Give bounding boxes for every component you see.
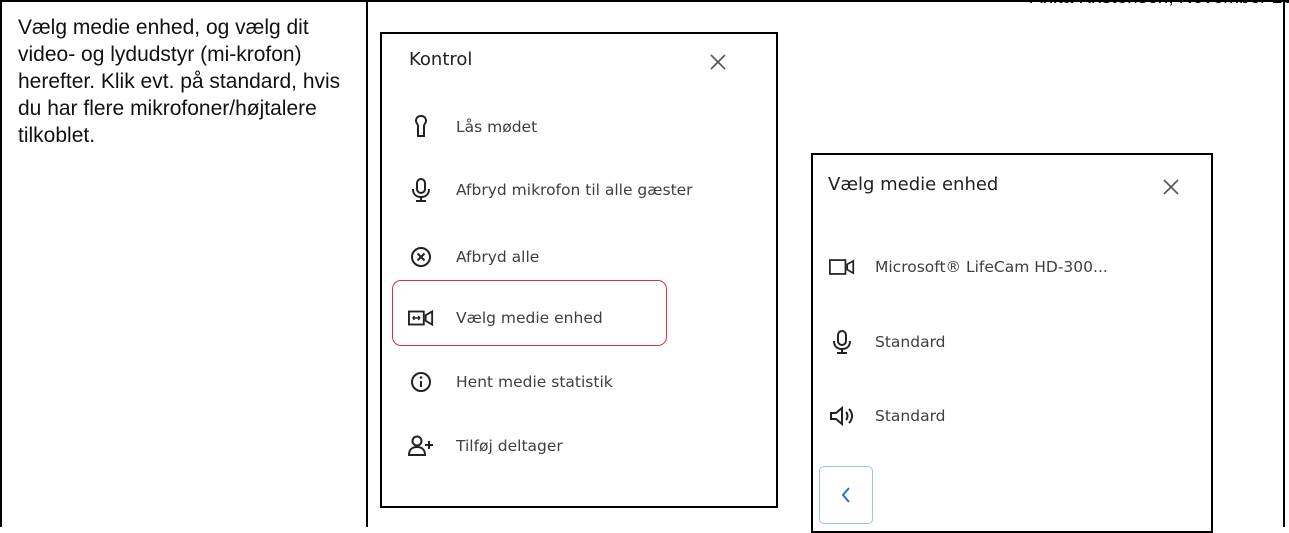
- menu-item-select-media-device[interactable]: Vælg medie enhed: [408, 298, 603, 338]
- table-left-border: [0, 0, 2, 527]
- close-icon[interactable]: [1161, 177, 1181, 197]
- table-right-border: [1283, 0, 1285, 527]
- menu-item-mute-all[interactable]: Afbryd mikrofon til alle gæster: [408, 170, 693, 210]
- camera-icon: [829, 254, 855, 280]
- microphone-icon: [408, 177, 434, 203]
- speaker-device-label: Standard: [875, 407, 946, 425]
- microphone-device-label: Standard: [875, 333, 946, 351]
- chevron-left-icon: [841, 487, 850, 503]
- camera-device-label: Microsoft® LifeCam HD-300...: [875, 258, 1108, 276]
- kontrol-panel-title: Kontrol: [409, 49, 473, 70]
- speaker-device-item[interactable]: Standard: [829, 396, 946, 436]
- header-cut-text: Anita Kristensen, November 2020: [1030, 0, 1289, 9]
- instruction-text: Vælg medie enhed, og vælg dit video- og …: [18, 16, 341, 147]
- table-column-divider: [366, 0, 368, 527]
- speaker-icon: [829, 403, 855, 429]
- menu-item-label: Afbryd mikrofon til alle gæster: [456, 181, 693, 199]
- menu-item-disconnect-all[interactable]: Afbryd alle: [408, 237, 539, 277]
- menu-item-lock[interactable]: Lås mødet: [408, 107, 537, 147]
- kontrol-panel: Kontrol Lås mødet Afbryd mikrofon til al…: [380, 32, 778, 508]
- media-panel-title: Vælg medie enhed: [828, 174, 999, 195]
- media-device-icon: [408, 305, 434, 331]
- lock-icon: [408, 114, 434, 140]
- menu-item-label: Vælg medie enhed: [456, 309, 603, 327]
- menu-item-label: Lås mødet: [456, 118, 538, 136]
- menu-item-label: Afbryd alle: [456, 248, 540, 266]
- menu-item-media-statistics[interactable]: Hent medie statistik: [408, 362, 613, 402]
- info-icon: [408, 369, 434, 395]
- menu-item-label: Hent medie statistik: [456, 373, 613, 391]
- back-button[interactable]: [819, 466, 873, 524]
- menu-item-add-participant[interactable]: Tilføj deltager: [408, 426, 563, 466]
- camera-device-item[interactable]: Microsoft® LifeCam HD-300...: [829, 247, 1108, 287]
- media-device-panel: Vælg medie enhed Microsoft® LifeCam HD-3…: [811, 153, 1213, 533]
- close-icon[interactable]: [708, 52, 728, 72]
- menu-item-label: Tilføj deltager: [456, 437, 563, 455]
- microphone-device-item[interactable]: Standard: [829, 322, 946, 362]
- microphone-icon: [829, 329, 855, 355]
- add-user-icon: [408, 433, 434, 459]
- close-circle-icon: [408, 244, 434, 270]
